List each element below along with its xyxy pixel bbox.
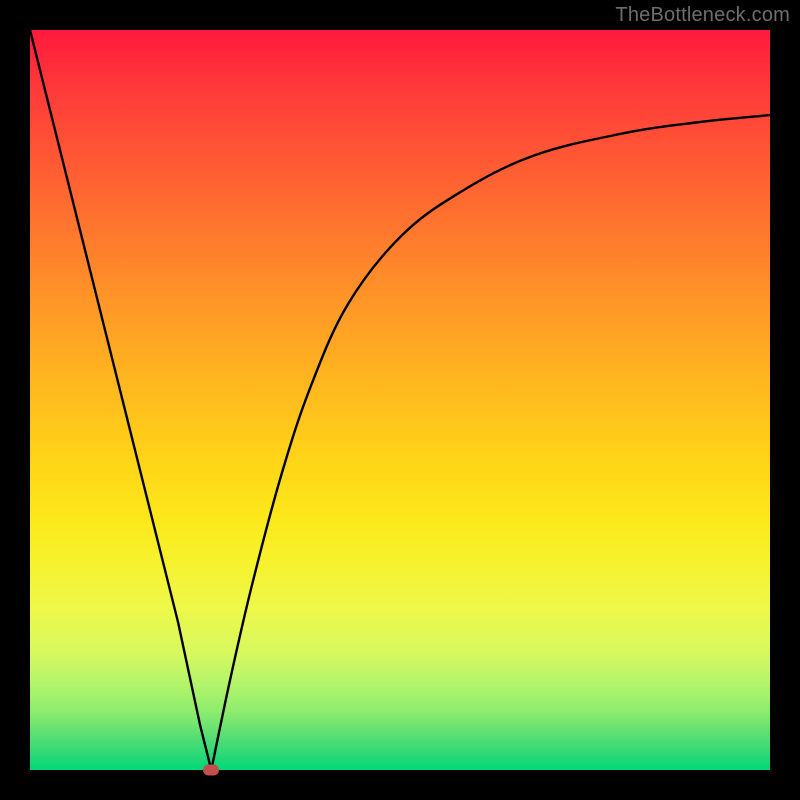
plot-area [30, 30, 770, 770]
chart-frame: TheBottleneck.com [0, 0, 800, 800]
curve-path [30, 30, 770, 770]
attribution-text: TheBottleneck.com [615, 4, 790, 27]
bottleneck-curve [30, 30, 770, 770]
optimal-point-marker [203, 765, 219, 776]
